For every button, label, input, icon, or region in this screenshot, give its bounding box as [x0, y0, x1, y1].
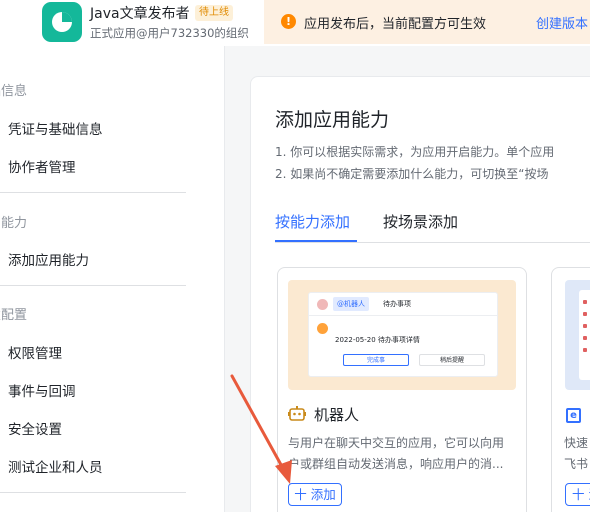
sidebar-group-app-capability: 用能力 [0, 216, 28, 231]
notice-text: 应用发布后，当前配置方可生效 [304, 17, 487, 32]
app-logo [42, 2, 82, 42]
bot-avatar [317, 323, 328, 334]
active-tab-indicator [275, 240, 357, 242]
sidebar-divider [0, 192, 186, 193]
sidebar-item-add-capability[interactable]: 添加应用能力 [8, 249, 89, 269]
card-description-line-1: 快速 [564, 436, 589, 450]
status-badge: 待上线 [195, 5, 233, 21]
tab-divider [275, 242, 590, 243]
web-app-preview-image [565, 280, 590, 390]
add-capability-button[interactable]: 十 添 [565, 483, 590, 506]
sidebar-divider [0, 285, 186, 286]
sidebar-item-test-enterprise[interactable]: 测试企业和人员 [8, 456, 103, 476]
page-title: 添加应用能力 [275, 109, 390, 131]
mention-tag: @机器人 [333, 297, 369, 311]
chat-divider [309, 315, 497, 316]
app-name: Java文章发布者 [90, 6, 190, 22]
pie-chart-icon [52, 12, 72, 32]
preview-remind-button: 稍后提醒 [419, 354, 485, 366]
card-description-line-2: 飞书 [564, 457, 589, 471]
add-bot-button[interactable]: 十 添加 [288, 483, 342, 506]
notice-banner: ! 应用发布后，当前配置方可生效 创建版本 [264, 0, 590, 44]
main-panel: 添加应用能力 1. 你可以根据实际需求，为应用开启能力。单个应用 2. 如果尚不… [250, 76, 590, 512]
bot-preview-image: @机器人 待办事项 2022-05-20 待办事项详情 完成事 稍后提醒 [288, 280, 516, 390]
app-subtitle: 正式应用@用户732330的组织 [90, 26, 249, 40]
capability-card-bot[interactable]: @机器人 待办事项 2022-05-20 待办事项详情 完成事 稍后提醒 机器人… [277, 267, 527, 512]
tab-by-capability[interactable]: 按能力添加 [275, 211, 350, 232]
sidebar-divider [0, 492, 186, 493]
tab-by-scenario[interactable]: 按场景添加 [383, 211, 458, 232]
sidebar-item-credentials[interactable]: 凭证与基础信息 [8, 118, 103, 138]
e-doc-icon: e [566, 408, 581, 423]
capability-card-web-app[interactable]: e 快速 飞书 十 添 [551, 267, 590, 512]
exclamation-icon: ! [281, 14, 296, 29]
todo-label: 待办事项 [383, 300, 411, 308]
sidebar-item-security[interactable]: 安全设置 [8, 418, 62, 438]
chat-preview: @机器人 待办事项 2022-05-20 待办事项详情 完成事 稍后提醒 [308, 292, 498, 377]
sidebar-item-collaborators[interactable]: 协作者管理 [8, 156, 76, 176]
sidebar-item-events-callbacks[interactable]: 事件与回调 [8, 380, 76, 400]
avatar [317, 299, 328, 310]
sidebar-item-permissions[interactable]: 权限管理 [8, 342, 62, 362]
card-title: 机器人 [314, 406, 360, 424]
sidebar-group-basic-info: 础信息 [0, 84, 28, 99]
robot-icon [288, 406, 306, 421]
card-description-line-1: 与用户在聊天中交互的应用，它可以向用 [288, 436, 505, 450]
card-description-line-2: 户或群组自动发送消息，响应用户的消... [288, 457, 504, 471]
sidebar: 础信息 凭证与基础信息 协作者管理 用能力 添加应用能力 发配置 权限管理 事件… [0, 46, 225, 512]
create-version-link[interactable]: 创建版本 [536, 13, 588, 32]
description-line-1: 1. 你可以根据实际需求，为应用开启能力。单个应用 [275, 145, 555, 159]
preview-doc [579, 290, 590, 380]
preview-done-button: 完成事 [343, 354, 409, 366]
todo-detail: 2022-05-20 待办事项详情 [335, 336, 420, 344]
sidebar-group-dev-config: 发配置 [0, 308, 28, 323]
description-line-2: 2. 如果尚不确定需要添加什么能力，可切换至“按场 [275, 167, 549, 181]
